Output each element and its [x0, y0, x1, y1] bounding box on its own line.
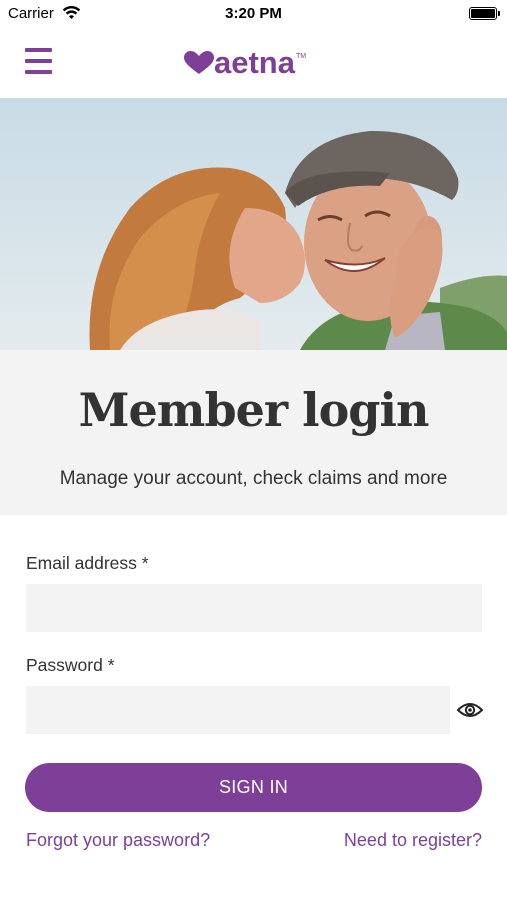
- register-link[interactable]: Need to register?: [344, 830, 482, 851]
- password-field[interactable]: [26, 686, 450, 734]
- aetna-logo: aetna TM: [184, 47, 306, 79]
- logo-trademark: TM: [295, 53, 307, 60]
- sign-in-button[interactable]: SIGN IN: [25, 763, 482, 812]
- battery-icon: [469, 7, 500, 20]
- forgot-password-link[interactable]: Forgot your password?: [26, 830, 210, 851]
- login-header: Member login Manage your account, check …: [0, 350, 507, 515]
- logo-wordmark: aetna: [214, 45, 295, 80]
- nav-bar: aetna TM: [0, 28, 507, 98]
- hero-illustration: [89, 130, 507, 350]
- menu-icon[interactable]: [25, 48, 52, 76]
- eye-icon[interactable]: [457, 699, 483, 721]
- page-subtitle: Manage your account, check claims and mo…: [59, 468, 448, 489]
- email-label: Email address *: [26, 553, 149, 573]
- hero-photo: [0, 98, 507, 350]
- page-title: Member login: [78, 383, 430, 437]
- clock: 3:20 PM: [225, 5, 282, 22]
- password-label: Password *: [26, 655, 115, 675]
- status-bar: Carrier 3:20 PM: [0, 0, 507, 28]
- heart-icon: [184, 51, 214, 74]
- email-field[interactable]: [26, 584, 482, 632]
